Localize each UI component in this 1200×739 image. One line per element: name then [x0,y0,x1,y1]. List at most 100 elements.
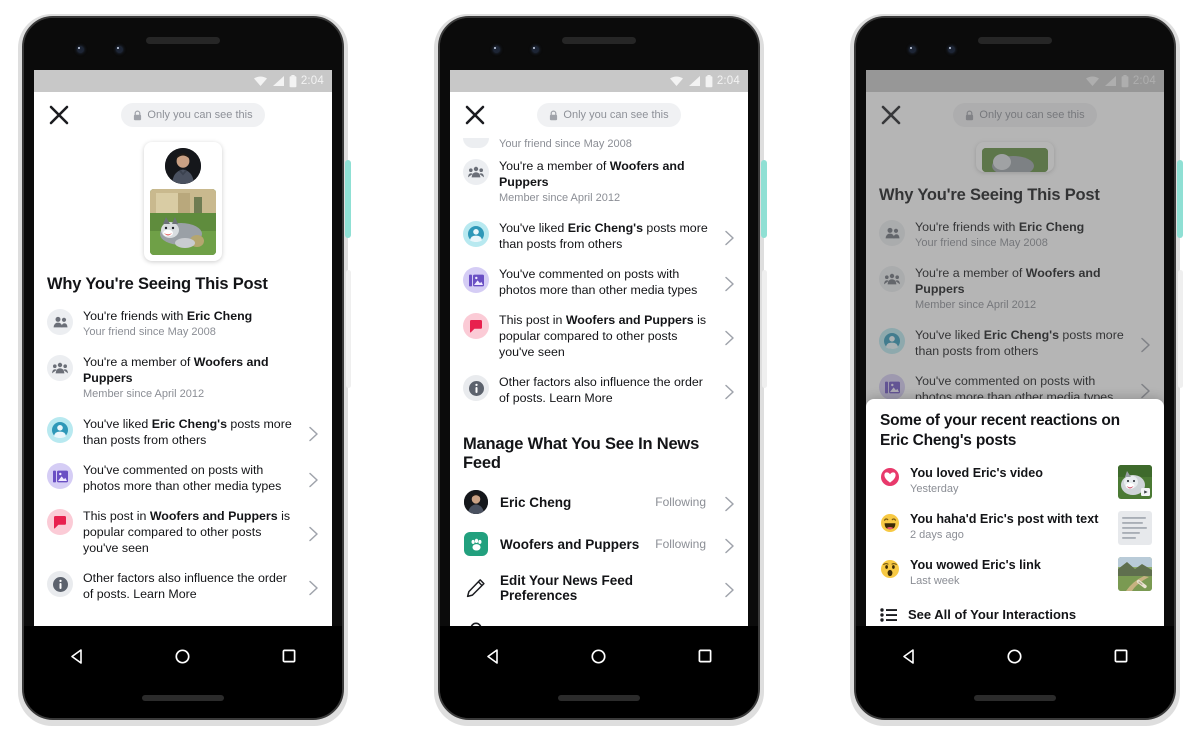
scrolled-partial-row: Your friend since May 2008 [450,138,748,151]
home-circle-icon[interactable] [174,648,191,665]
reaction-time: Yesterday [910,483,959,495]
android-nav-bar [440,626,758,718]
reaction-row[interactable]: You loved Eric's video Yesterday [866,459,1164,505]
chevron-right-icon [307,472,320,487]
phone-2-volume-button[interactable] [762,270,767,388]
reason-main-text: You're a member of Woofers and Puppers [499,159,685,189]
manage-row-label: Edit Your News Feed Preferences [500,573,634,603]
privacy-badge: Only you can see this [121,103,265,127]
info-icon [47,571,73,597]
comment-bubble-icon [47,509,73,535]
why-reason-list: You're a member of Woofers and Puppers Me… [450,151,748,419]
status-bar: 2:04 [450,70,748,92]
close-x-icon[interactable] [464,104,486,126]
battery-icon [705,74,713,87]
comment-bubble-icon [463,313,489,339]
reason-row[interactable]: You've liked Eric Cheng's posts more tha… [34,409,332,455]
reason-sub-text: Member since April 2012 [499,192,621,204]
info-icon [463,375,489,401]
front-sensor-icon [532,46,539,53]
phone-3: 2:04 Only you can see this Why You're Se… [850,14,1183,726]
manage-row-label: Woofers and Puppers [500,536,640,552]
reason-text: You've commented on posts with photos mo… [83,462,297,494]
reaction-text: You loved Eric's video Yesterday [910,465,1108,497]
reason-text: This post in Woofers and Puppers is popu… [499,312,713,360]
battery-icon [289,74,297,87]
front-sensor-icon [948,46,955,53]
reason-row[interactable]: Other factors also influence the order o… [450,367,748,413]
reaction-row[interactable]: You wowed Eric's link Last week [866,551,1164,597]
phone-3-volume-button[interactable] [1178,270,1183,388]
dog-video-thumbnail [1118,465,1152,499]
phone-1-bezel: 2:04 Only you can see this Why You're Se… [22,16,344,720]
reason-row[interactable]: Other factors also influence the order o… [34,563,332,609]
phone-2-power-button[interactable] [761,160,767,238]
close-x-icon[interactable] [48,104,70,126]
home-circle-icon[interactable] [1006,648,1023,665]
front-camera-icon [493,46,500,53]
reason-row[interactable]: You've commented on posts with photos mo… [34,455,332,501]
reason-text: Other factors also influence the order o… [83,570,297,602]
front-sensor-icon [116,46,123,53]
phone-3-power-button[interactable] [1177,160,1183,238]
why-section-title: Why You're Seeing This Post [47,275,268,293]
manage-row[interactable]: Woofers and Puppers Following [450,523,748,565]
manage-row-label: Eric Cheng [500,494,572,510]
front-camera-icon [77,46,84,53]
recents-square-icon[interactable] [697,648,713,664]
reaction-text: You wowed Eric's link Last week [910,557,1108,589]
screenshot-canvas: 2:04 Only you can see this Why You're Se… [0,0,1200,739]
reason-text: You're a member of Woofers and Puppers Me… [83,354,320,402]
reason-row[interactable]: You've liked Eric Cheng's posts more tha… [450,213,748,259]
reason-row[interactable]: You've commented on posts with photos mo… [450,259,748,305]
reason-main-text: This post in Woofers and Puppers is popu… [499,313,707,359]
back-triangle-icon[interactable] [485,648,502,665]
post-preview[interactable] [34,138,332,261]
reason-main-text: You're friends with Eric Cheng [83,309,253,323]
phone-3-bezel: 2:04 Only you can see this Why You're Se… [854,16,1176,720]
partial-row-subtext: Your friend since May 2008 [499,138,632,150]
two-friends-icon [47,309,73,335]
reason-sub-text: Your friend since May 2008 [83,326,216,338]
phone-1-top-bezel [24,18,342,70]
phone-2-screen: 2:04 Only you can see this Your friend s… [450,70,748,638]
reason-row[interactable]: This post in Woofers and Puppers is popu… [34,501,332,563]
lock-icon [550,110,558,120]
reason-row[interactable]: This post in Woofers and Puppers is popu… [450,305,748,367]
phone-1-screen: 2:04 Only you can see this Why You're Se… [34,70,332,638]
photo-media-icon [47,463,73,489]
reason-row: You're a member of Woofers and Puppers Me… [34,347,332,409]
reactions-list: You loved Eric's video Yesterday You haha'… [866,459,1164,597]
phone-1-volume-button[interactable] [346,270,351,388]
why-reason-list: You're friends with Eric Cheng Your frien… [34,301,332,615]
home-indicator [974,695,1056,701]
reaction-label: You haha'd Eric's post with text [910,512,1099,526]
post-preview-card[interactable] [144,142,222,261]
manage-row[interactable]: Edit Your News Feed Preferences [450,565,748,611]
group-people-icon [47,355,73,381]
recents-square-icon[interactable] [1113,648,1129,664]
back-triangle-icon[interactable] [901,648,918,665]
recents-square-icon[interactable] [281,648,297,664]
reaction-row[interactable]: You haha'd Eric's post with text 2 days a… [866,505,1164,551]
home-circle-icon[interactable] [590,648,607,665]
phone-1-power-button[interactable] [345,160,351,238]
home-indicator [142,695,224,701]
follow-status: Following [655,495,706,509]
reason-main-text: Other factors also influence the order o… [83,571,287,601]
pencil-edit-icon [463,575,489,601]
reason-text: This post in Woofers and Puppers is popu… [83,508,297,556]
follow-status: Following [655,537,706,551]
phone-3-top-bezel [856,18,1174,70]
reason-text: You're friends with Eric Cheng Your frien… [83,308,320,340]
reason-main-text: You've liked Eric Cheng's posts more tha… [499,221,708,251]
back-triangle-icon[interactable] [69,648,86,665]
see-all-interactions-row[interactable]: See All of Your Interactions [866,597,1164,624]
wow-reaction-icon [880,559,900,579]
manage-row[interactable]: Eric Cheng Following [450,481,748,523]
reason-sub-text: Member since April 2012 [83,388,205,400]
list-icon [880,607,897,622]
reaction-text: You haha'd Eric's post with text 2 days a… [910,511,1108,543]
haha-reaction-icon [880,513,900,533]
chevron-right-icon [307,426,320,441]
